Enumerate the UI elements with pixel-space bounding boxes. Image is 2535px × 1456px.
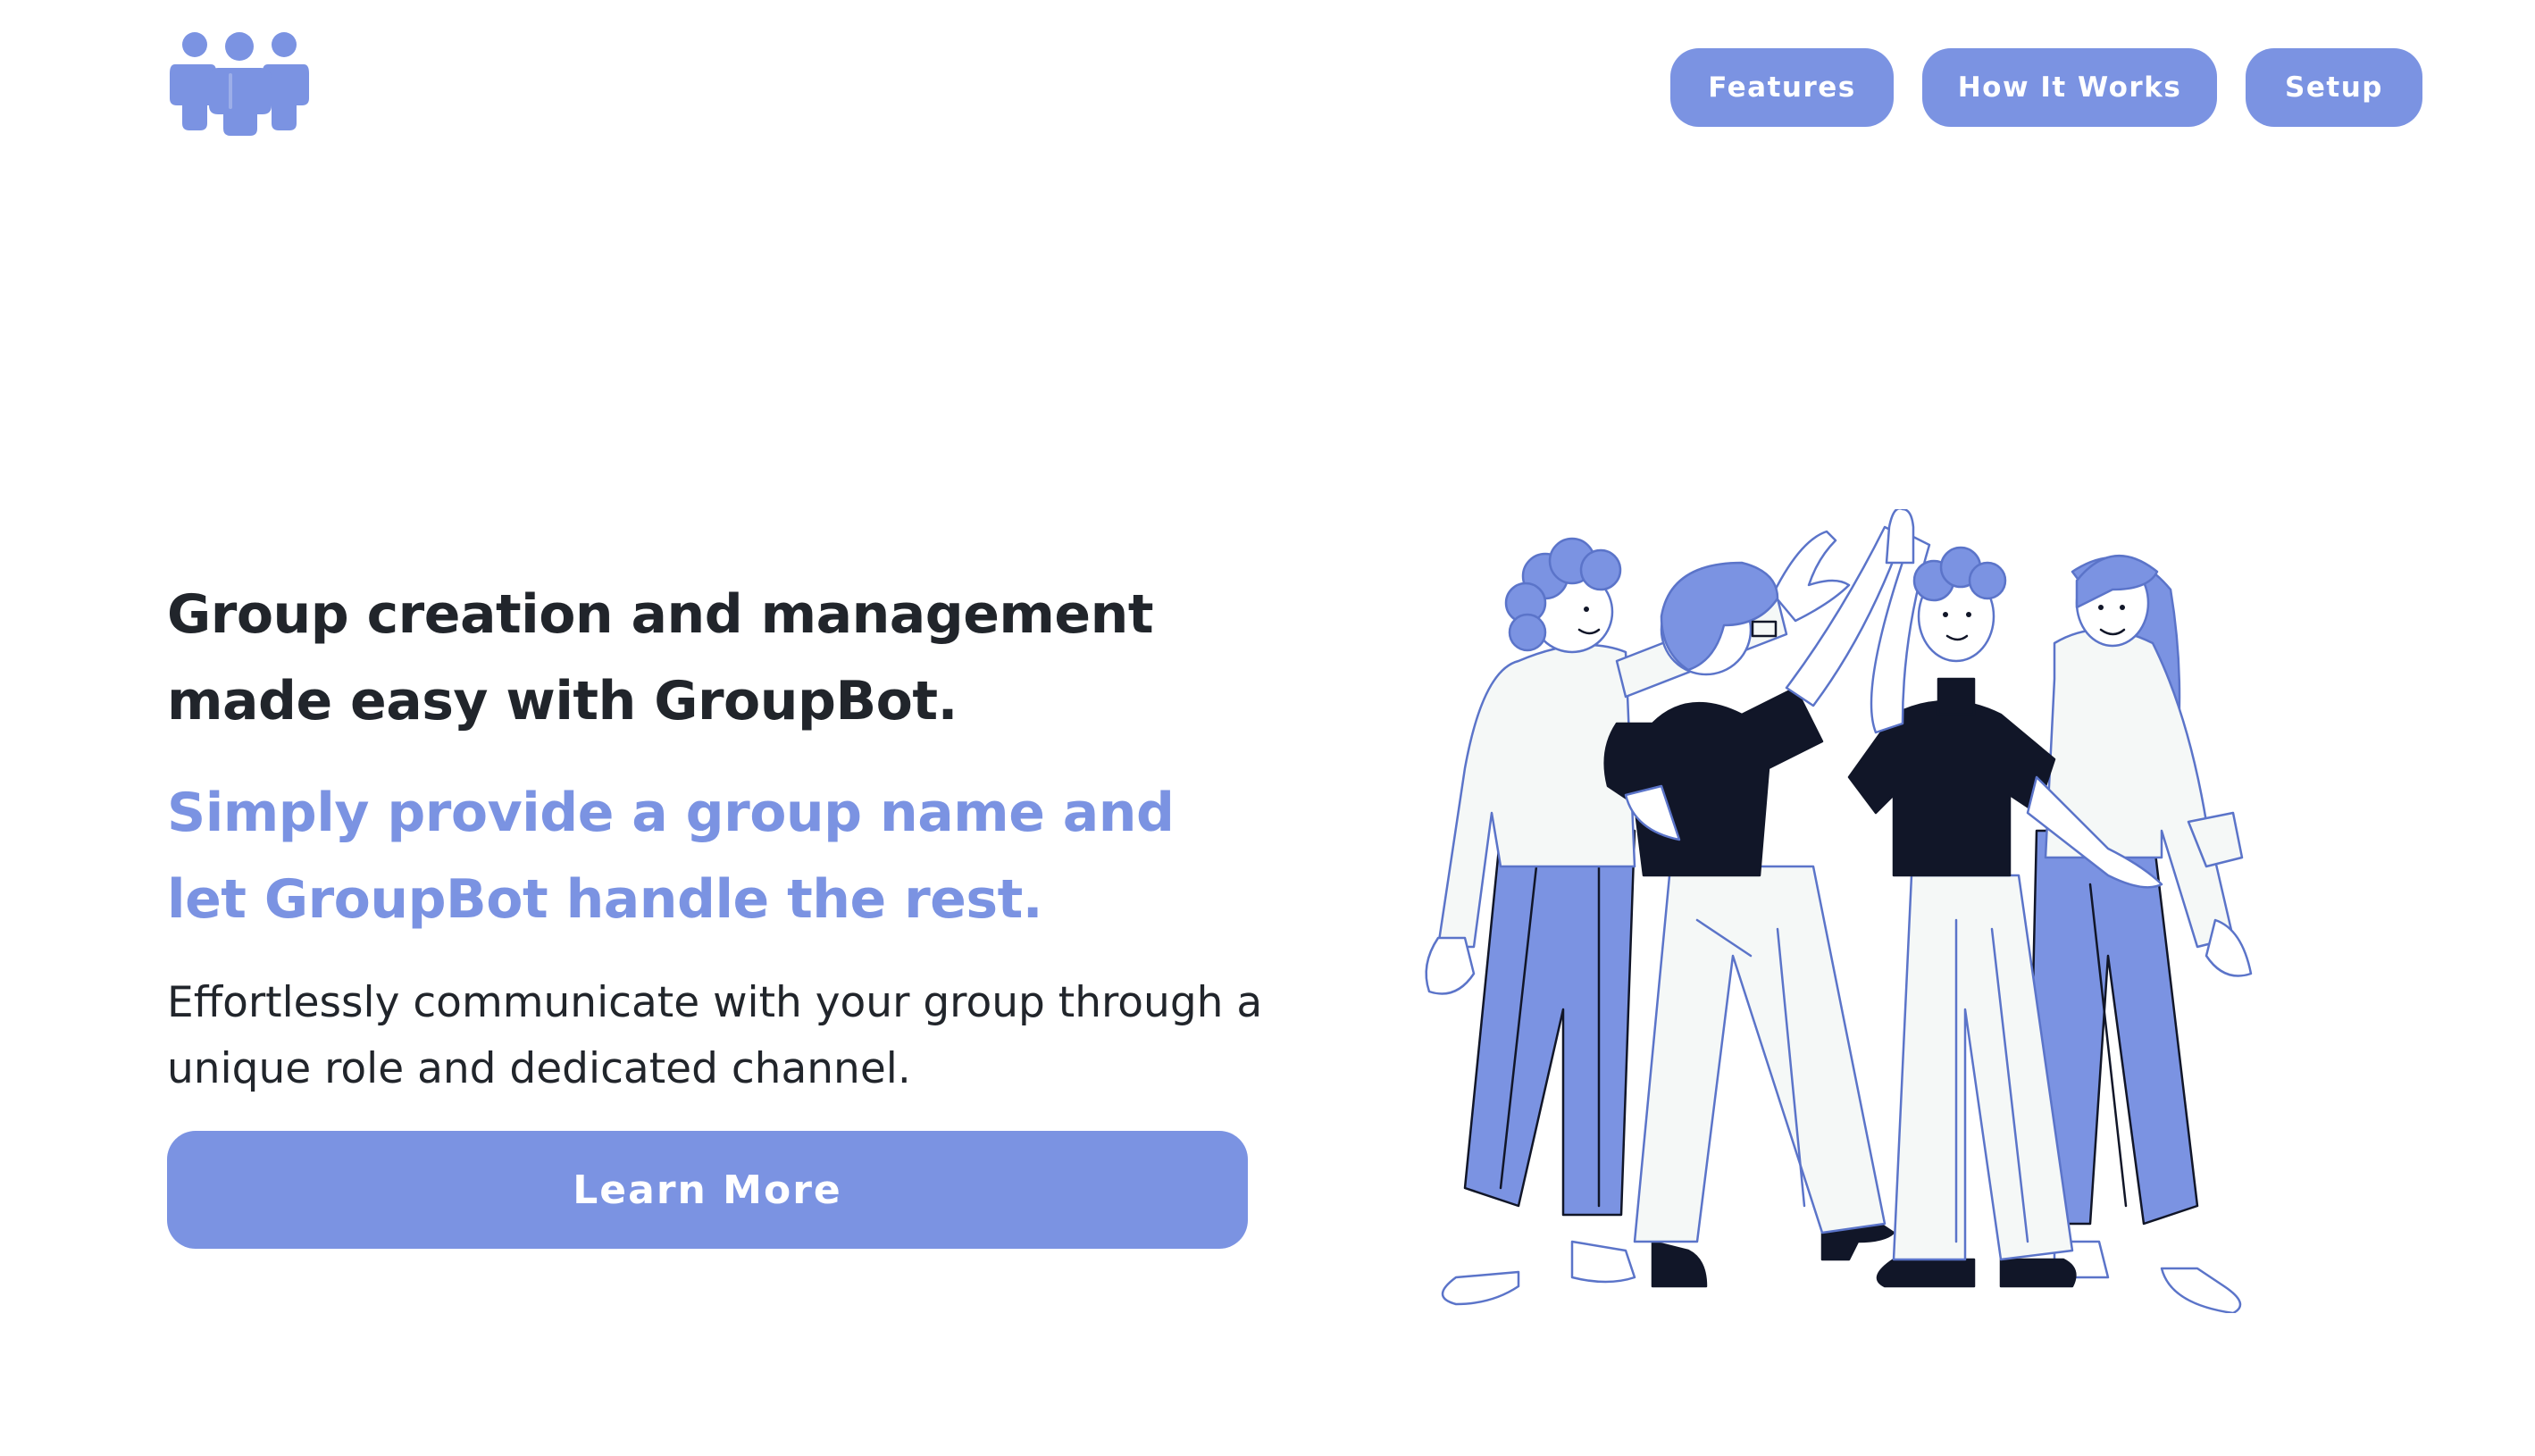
nav-features-button[interactable]: Features: [1670, 48, 1894, 127]
nav-setup-button[interactable]: Setup: [2246, 48, 2422, 127]
nav-how-it-works-button[interactable]: How It Works: [1922, 48, 2217, 127]
learn-more-button[interactable]: Learn More: [167, 1131, 1248, 1249]
hero-headline: Group creation and management made easy …: [167, 583, 1154, 732]
hero-section: Group creation and management made easy …: [167, 572, 1266, 1249]
hero-subheadline: Simply provide a group name and let Grou…: [167, 782, 1175, 931]
group-logo-icon[interactable]: [166, 32, 313, 136]
top-navigation: Features How It Works Setup: [1670, 48, 2422, 127]
people-high-five-illustration: [1425, 509, 2253, 1313]
hero-description: Effortlessly communicate with your group…: [167, 978, 1263, 1093]
